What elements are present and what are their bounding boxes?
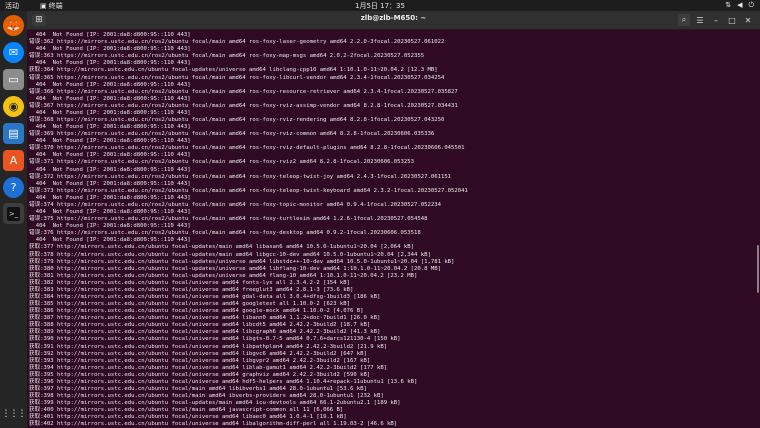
terminal-line: 错误:370 https://mirrors.ustc.edu.cn/ros2/… [29, 145, 465, 152]
terminal-line: 获取:381 http://mirrors.ustc.edu.cn/ubuntu… [29, 272, 418, 279]
terminal-line: 获取:396 http://mirrors.ustc.edu.cn/ubuntu… [29, 378, 418, 385]
top-bar: 活动 ▣ 终端 1月5日 17：35 ⇅ ◀ ⏻ [0, 0, 760, 11]
terminal-line: 获取:383 http://mirrors.ustc.edu.cn/ubuntu… [29, 286, 354, 293]
terminal-line: 获取:380 http://mirrors.ustc.edu.cn/ubuntu… [29, 265, 441, 272]
clock[interactable]: 1月5日 17：35 [355, 1, 405, 11]
power-icon: ⏻ [748, 1, 754, 9]
terminal-line: 404 Not Found [IP: 2001:da8:d800:95::110… [29, 194, 191, 201]
terminal-line: 获取:378 http://mirrors.ustc.edu.cn/ubuntu… [29, 251, 431, 258]
app-menu[interactable]: ▣ 终端 [40, 1, 63, 11]
files-icon[interactable]: ▭ [3, 69, 24, 90]
terminal-line: 获取:390 http://mirrors.ustc.edu.cn/ubuntu… [29, 336, 401, 343]
terminal-line: 获取:393 http://mirrors.ustc.edu.cn/ubuntu… [29, 357, 371, 364]
terminal-icon[interactable]: >_ [3, 203, 24, 224]
terminal-line: 404 Not Found [IP: 2001:da8:d800:95::110… [29, 81, 191, 88]
terminal-line: 获取:397 http://mirrors.ustc.edu.cn/ubuntu… [29, 385, 367, 392]
activities-button[interactable]: 活动 [5, 1, 19, 11]
terminal-line: 错误:375 https://mirrors.ustc.edu.cn/ros2/… [29, 216, 428, 223]
help-icon[interactable]: ? [3, 177, 24, 198]
terminal-line: 错误:366 https://mirrors.ustc.edu.cn/ros2/… [29, 88, 458, 95]
terminal-line: 获取:392 http://mirrors.ustc.edu.cn/ubuntu… [29, 350, 367, 357]
writer-icon[interactable]: ▤ [3, 123, 24, 144]
window-title: zlb@zlb-M650: ~ [360, 14, 427, 22]
menu-button[interactable]: ☰ [694, 14, 706, 26]
terminal-line: 404 Not Found [IP: 2001:da8:d800:95::110… [29, 166, 191, 173]
terminal-line: 错误:374 https://mirrors.ustc.edu.cn/ros2/… [29, 201, 441, 208]
firefox-icon[interactable]: 🦊 [3, 15, 24, 36]
terminal-line: 获取:394 http://mirrors.ustc.edu.cn/ubuntu… [29, 364, 388, 371]
terminal-line: 错误:362 https://mirrors.ustc.edu.cn/ros2/… [29, 39, 445, 46]
system-tray[interactable]: ⇅ ◀ ⏻ [725, 1, 754, 10]
terminal-line: 获取:377 http://mirrors.ustc.edu.cn/ubuntu… [29, 244, 415, 251]
terminal-line: 获取:391 http://mirrors.ustc.edu.cn/ubuntu… [29, 343, 388, 350]
terminal-line: 404 Not Found [IP: 2001:da8:d800:95::110… [29, 180, 191, 187]
maximize-button[interactable]: □ [726, 14, 738, 26]
terminal-line: 404 Not Found [IP: 2001:da8:d800:95::110… [29, 95, 191, 102]
search-button[interactable]: ⌕ [678, 14, 690, 26]
terminal-line: 获取:379 http://mirrors.ustc.edu.cn/ubuntu… [29, 258, 455, 265]
dock: 🦊 ✉ ▭ ◉ ▤ A ? >_ ⋮⋮⋮ [0, 11, 27, 428]
terminal-line: 获取:395 http://mirrors.ustc.edu.cn/ubuntu… [29, 371, 371, 378]
software-icon[interactable]: A [3, 150, 24, 171]
terminal-line: 错误:371 https://mirrors.ustc.edu.cn/ros2/… [29, 159, 415, 166]
terminal-line: 获取:402 http://mirrors.ustc.edu.cn/ubuntu… [29, 421, 398, 428]
minimize-button[interactable]: – [710, 14, 722, 26]
apps-grid-icon[interactable]: ⋮⋮⋮ [2, 403, 27, 424]
terminal-line: 错误:365 https://mirrors.ustc.edu.cn/ros2/… [29, 74, 445, 81]
terminal-line: 错误:373 https://mirrors.ustc.edu.cn/ros2/… [29, 187, 468, 194]
terminal-line: 错误:369 https://mirrors.ustc.edu.cn/ros2/… [29, 131, 435, 138]
terminal-line: 获取:384 http://mirrors.ustc.edu.cn/ubuntu… [29, 293, 381, 300]
terminal-line: 错误:368 https://mirrors.ustc.edu.cn/ros2/… [29, 117, 445, 124]
terminal-line: 错误:367 https://mirrors.ustc.edu.cn/ros2/… [29, 102, 458, 109]
window-titlebar: ⊞ zlb@zlb-M650: ~ ⌕ ☰ – □ ✕ [27, 11, 760, 30]
thunderbird-icon[interactable]: ✉ [3, 42, 24, 63]
terminal-line: 获取:364 http://mirrors.ustc.edu.cn/ubuntu… [29, 67, 438, 74]
close-button[interactable]: ✕ [742, 14, 754, 26]
rhythmbox-icon[interactable]: ◉ [3, 96, 24, 117]
volume-icon: ◀ [737, 1, 743, 9]
terminal-line: 404 Not Found [IP: 2001:da8:d800:95::110… [29, 109, 191, 116]
terminal-line: 错误:372 https://mirrors.ustc.edu.cn/ros2/… [29, 173, 452, 180]
terminal-output[interactable]: 404 Not Found [IP: 2001:da8:d800:95::110… [27, 30, 760, 428]
terminal-small-icon: ▣ [40, 2, 47, 10]
terminal-line: 错误:376 https://mirrors.ustc.edu.cn/ros2/… [29, 230, 421, 237]
terminal-line: 错误:363 https://mirrors.ustc.edu.cn/ros2/… [29, 53, 425, 60]
app-menu-label: 终端 [48, 2, 63, 10]
scrollbar[interactable] [757, 245, 759, 293]
network-icon: ⇅ [725, 1, 732, 9]
terminal-line: 获取:382 http://mirrors.ustc.edu.cn/ubuntu… [29, 279, 351, 286]
